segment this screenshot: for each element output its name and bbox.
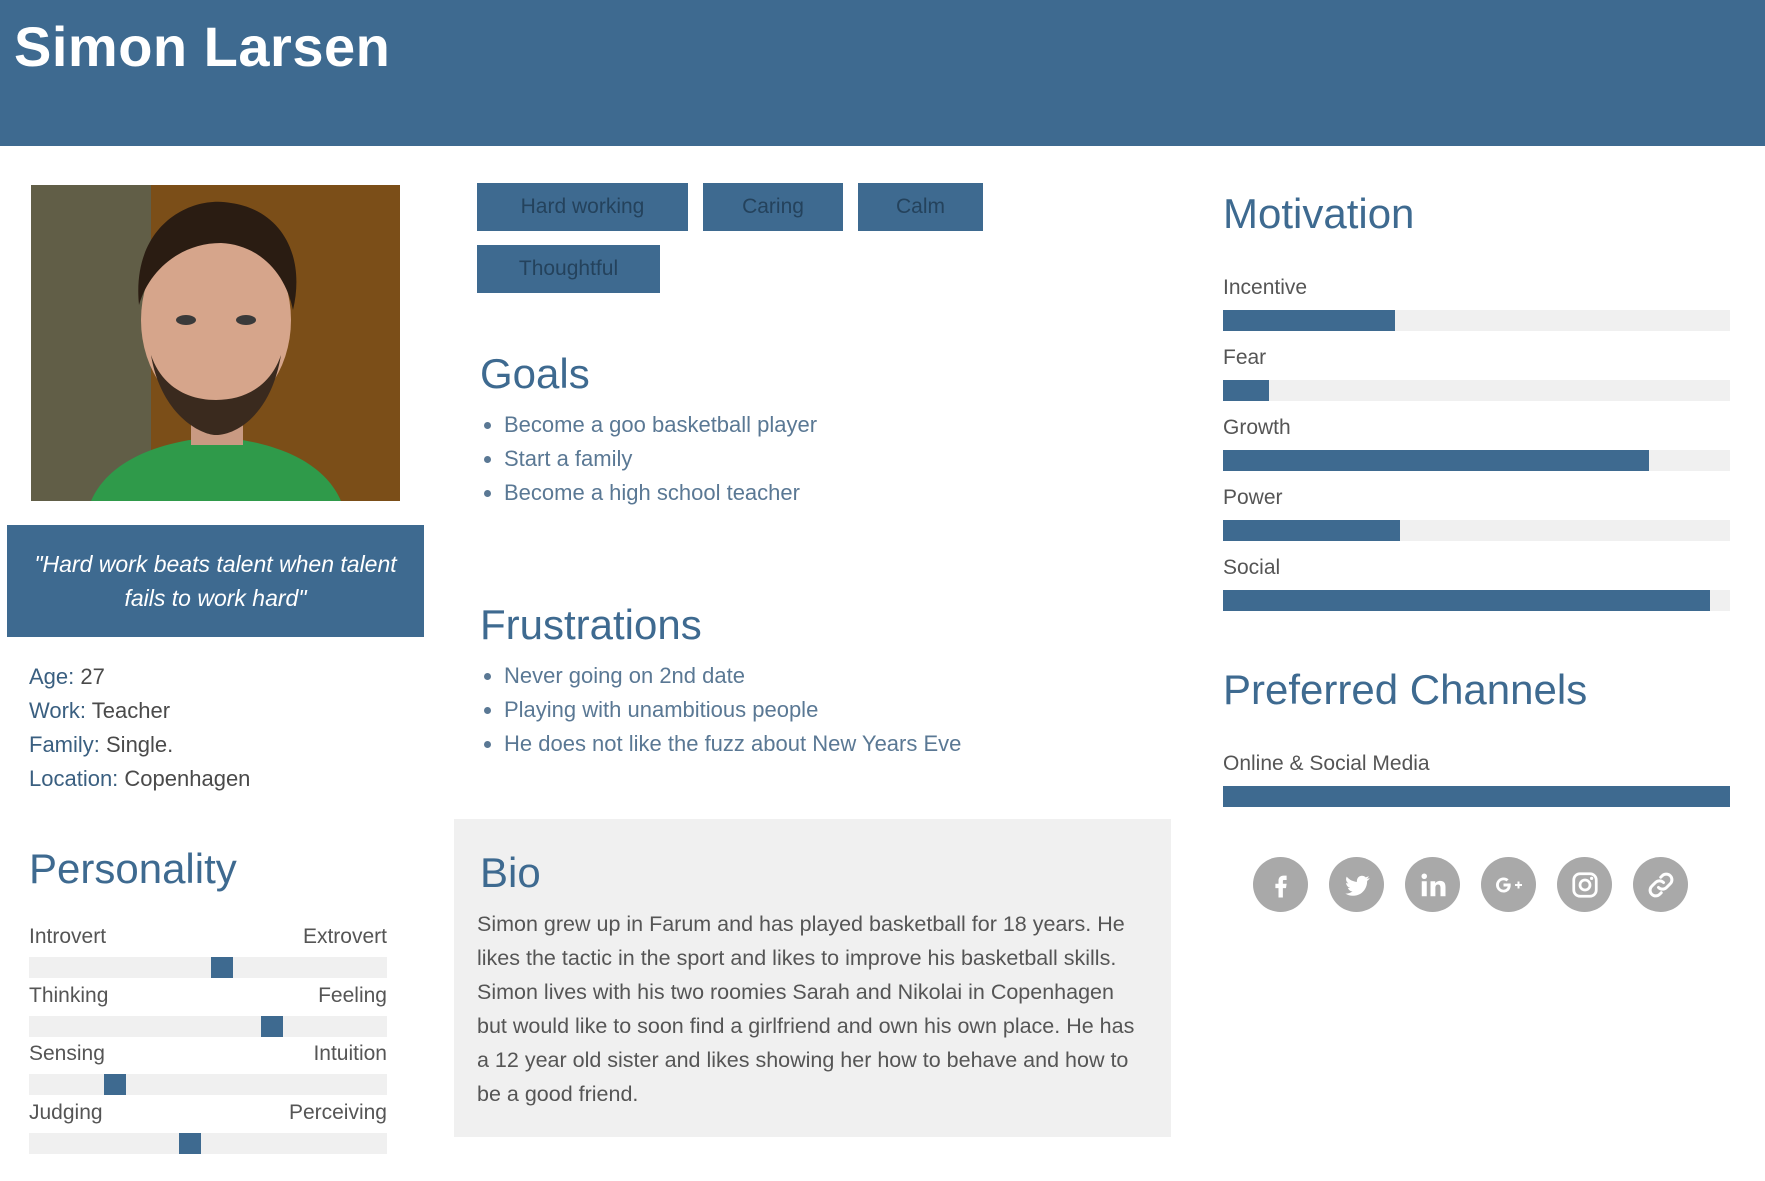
channel-bar-fill [1223, 786, 1730, 807]
trait-slider-track [29, 1133, 387, 1154]
motivation-bar-track [1223, 450, 1730, 471]
motivation-growth: Growth [1223, 416, 1730, 471]
persona-quote: "Hard work beats talent when talent fail… [7, 525, 424, 637]
trait-slider-knob [104, 1074, 126, 1095]
fact-work: Work: Teacher [29, 698, 171, 723]
persona-name: Simon Larsen [14, 15, 391, 78]
trait-left-label: Introvert [29, 925, 107, 948]
motivation-label: Social [1223, 556, 1281, 579]
instagram-icon[interactable] [1557, 857, 1612, 912]
profile-photo [31, 185, 400, 501]
motivation-title: Motivation [1223, 190, 1415, 237]
trait-left-label: Judging [29, 1101, 103, 1124]
trait-slider-knob [211, 957, 233, 978]
motivation-bar-track [1223, 590, 1730, 611]
trait-right-label: Perceiving [288, 1101, 387, 1124]
goals-list: Become a goo basketball player Start a f… [478, 408, 817, 510]
social-icons [1253, 857, 1688, 912]
motivation-social: Social [1223, 556, 1730, 611]
channel-online-social: Online & Social Media [1223, 752, 1730, 807]
link-icon[interactable] [1633, 857, 1688, 912]
tag-thoughtful: Thoughtful [477, 245, 660, 293]
trait-slider-track [29, 1016, 387, 1037]
trait-slider-track [29, 1074, 387, 1095]
tag-caring: Caring [703, 183, 843, 231]
frustration-item: Never going on 2nd date [504, 659, 961, 693]
trait-right-label: Intuition [313, 1042, 387, 1065]
motivation-incentive: Incentive [1223, 276, 1730, 331]
frustration-item: He does not like the fuzz about New Year… [504, 727, 961, 761]
motivation-bar-track [1223, 520, 1730, 541]
fact-location: Location: Copenhagen [29, 766, 251, 791]
channel-label: Online & Social Media [1223, 752, 1430, 775]
motivation-power: Power [1223, 486, 1730, 541]
motivation-label: Incentive [1223, 276, 1308, 299]
bio-title: Bio [480, 849, 541, 896]
motivation-bar-fill [1223, 310, 1396, 331]
trait-right-label: Feeling [318, 984, 387, 1007]
trait-thinking-feeling: Thinking Feeling [29, 984, 387, 1037]
trait-judging-perceiving: Judging Perceiving [29, 1101, 387, 1154]
trait-sensing-intuition: Sensing Intuition [29, 1042, 387, 1095]
trait-slider-knob [261, 1016, 283, 1037]
channel-bar-track [1223, 786, 1730, 807]
motivation-bar-fill [1223, 590, 1710, 611]
motivation-fear: Fear [1223, 346, 1730, 401]
motivation-label: Power [1223, 486, 1283, 509]
goal-item: Start a family [504, 442, 817, 476]
persona-facts: Age: 27 Work: Teacher Family: Single. Lo… [29, 660, 250, 796]
facebook-icon[interactable] [1253, 857, 1308, 912]
goal-item: Become a goo basketball player [504, 408, 817, 442]
frustrations-list: Never going on 2nd date Playing with una… [478, 659, 961, 761]
motivation-bar-fill [1223, 450, 1649, 471]
trait-right-label: Extrovert [302, 925, 387, 948]
motivation-bar-track [1223, 310, 1730, 331]
motivation-bar-fill [1223, 380, 1269, 401]
goals-title: Goals [480, 350, 590, 397]
linkedin-icon[interactable] [1405, 857, 1460, 912]
trait-slider-track [29, 957, 387, 978]
trait-left-label: Thinking [29, 984, 109, 1007]
goal-item: Become a high school teacher [504, 476, 817, 510]
motivation-bar-fill [1223, 520, 1401, 541]
frustration-item: Playing with unambitious people [504, 693, 961, 727]
personality-title: Personality [29, 845, 237, 892]
fact-family: Family: Single. [29, 732, 174, 757]
header-banner: Simon Larsen [0, 0, 1765, 146]
bio-panel: Bio Simon grew up in Farum and has playe… [454, 819, 1171, 1137]
motivation-label: Fear [1223, 346, 1267, 369]
twitter-icon[interactable] [1329, 857, 1384, 912]
motivation-label: Growth [1223, 416, 1291, 439]
trait-slider-knob [179, 1133, 201, 1154]
trait-left-label: Sensing [29, 1042, 105, 1065]
frustrations-title: Frustrations [480, 601, 702, 648]
fact-age: Age: 27 [29, 664, 105, 689]
preferred-channels-title: Preferred Channels [1223, 666, 1588, 713]
tag-hard-working: Hard working [477, 183, 688, 231]
motivation-bar-track [1223, 380, 1730, 401]
tag-calm: Calm [858, 183, 983, 231]
trait-introvert-extrovert: Introvert Extrovert [29, 925, 387, 978]
bio-text: Simon grew up in Farum and has played ba… [477, 912, 1135, 1106]
google-plus-icon[interactable] [1481, 857, 1536, 912]
